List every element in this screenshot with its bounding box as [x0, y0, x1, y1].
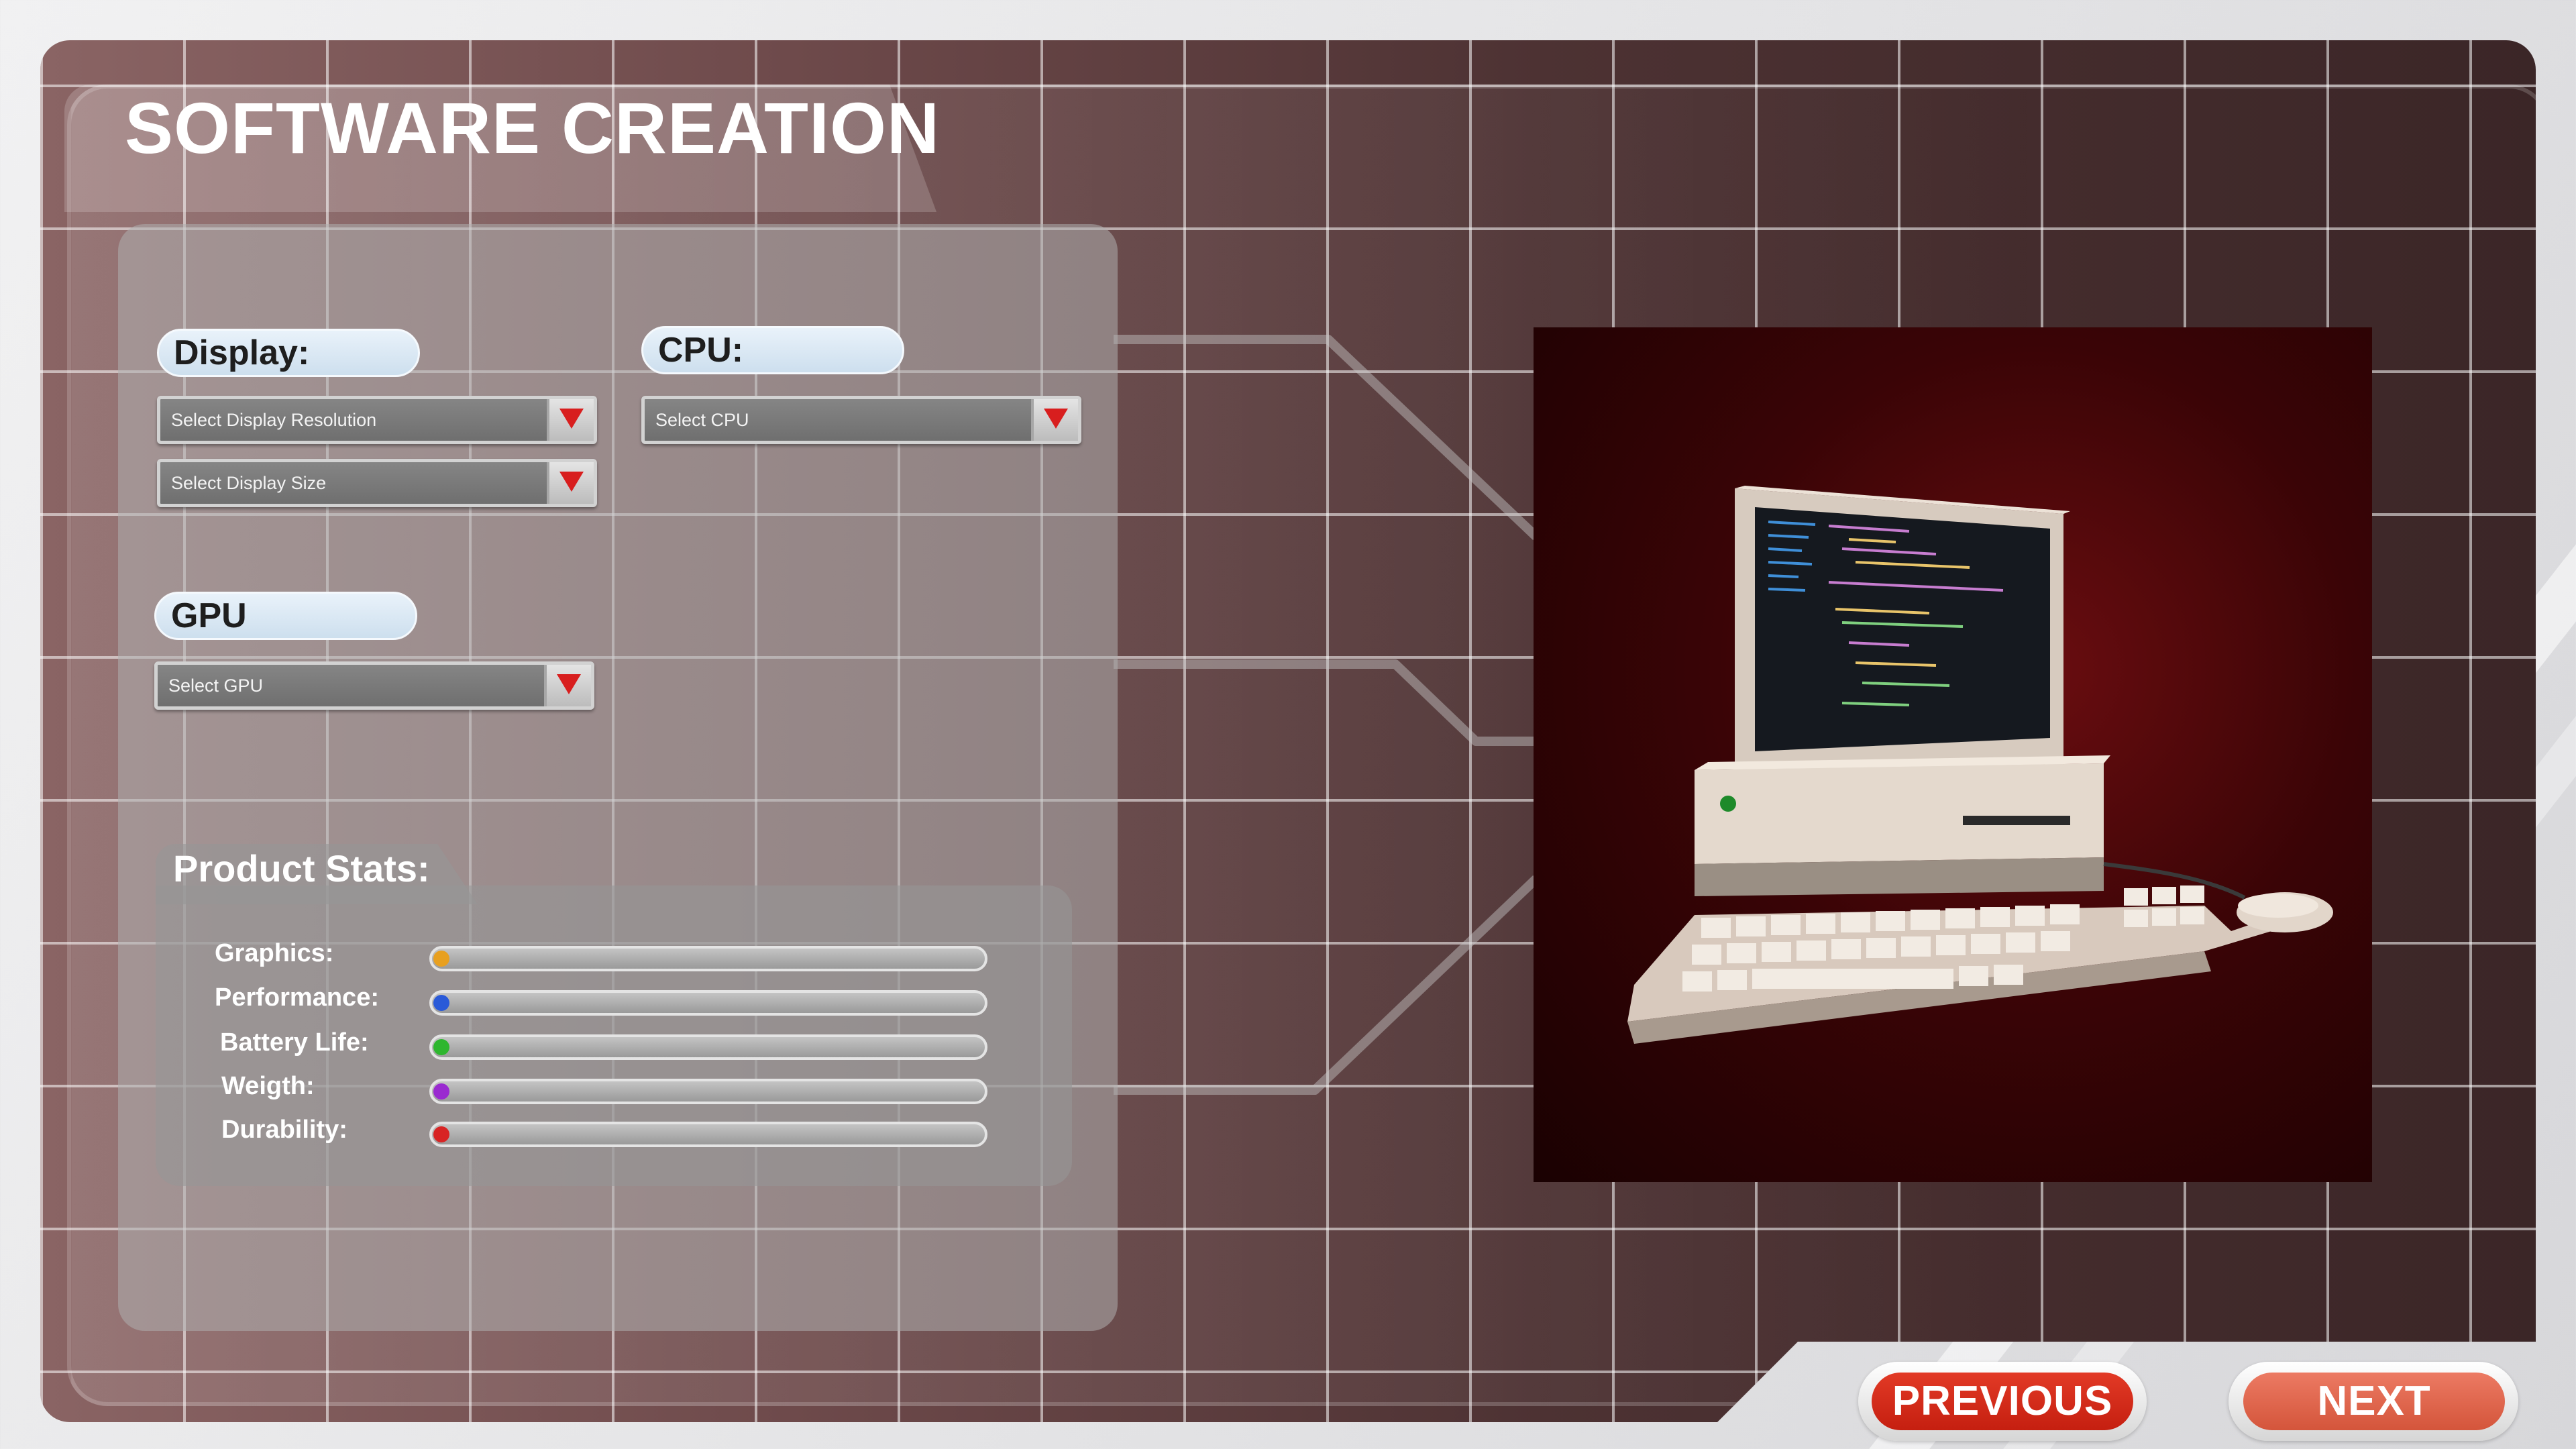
dropdown-arrow-button[interactable] — [544, 665, 591, 706]
stat-bar-graphics — [429, 946, 987, 971]
display-size-placeholder: Select Display Size — [171, 473, 327, 493]
stat-fill — [433, 1039, 449, 1055]
stat-bar-performance — [429, 990, 987, 1016]
dropdown-arrow-button[interactable] — [1031, 399, 1078, 441]
cpu-label: CPU: — [641, 326, 904, 374]
retro-computer-image — [1627, 486, 2333, 1044]
stat-fill — [433, 1126, 449, 1142]
chevron-down-icon — [557, 674, 581, 694]
chevron-down-icon — [559, 409, 584, 429]
next-button[interactable]: NEXT — [2243, 1373, 2505, 1430]
display-label: Display: — [157, 329, 420, 377]
display-resolution-placeholder: Select Display Resolution — [171, 410, 377, 430]
product-stats-title: Product Stats: — [173, 847, 430, 890]
display-size-dropdown[interactable]: Select Display Size — [157, 459, 597, 507]
stat-bar-durability — [429, 1122, 987, 1147]
dropdown-arrow-button[interactable] — [547, 399, 594, 441]
page-title: SOFTWARE CREATION — [125, 87, 940, 168]
dropdown-arrow-button[interactable] — [547, 462, 594, 504]
stat-label-graphics: Graphics: — [215, 939, 334, 967]
cpu-dropdown[interactable]: Select CPU — [641, 396, 1081, 444]
gpu-label: GPU — [154, 592, 417, 640]
stat-bar-weight — [429, 1079, 987, 1104]
cpu-placeholder: Select CPU — [655, 410, 749, 430]
display-resolution-dropdown[interactable]: Select Display Resolution — [157, 396, 597, 444]
gpu-placeholder: Select GPU — [168, 676, 264, 696]
gpu-dropdown[interactable]: Select GPU — [154, 661, 594, 710]
stat-label-performance: Performance: — [215, 983, 379, 1012]
stat-label-durability: Durability: — [221, 1116, 347, 1144]
product-preview — [1534, 327, 2372, 1182]
stat-label-weight: Weigth: — [221, 1072, 315, 1100]
chevron-down-icon — [559, 472, 584, 492]
chevron-down-icon — [1044, 409, 1068, 429]
stat-fill — [433, 1083, 449, 1099]
stat-bar-battery-life — [429, 1034, 987, 1060]
stat-fill — [433, 995, 449, 1011]
stat-fill — [433, 951, 449, 967]
stat-label-battery-life: Battery Life: — [220, 1028, 369, 1057]
previous-button[interactable]: PREVIOUS — [1872, 1373, 2133, 1430]
